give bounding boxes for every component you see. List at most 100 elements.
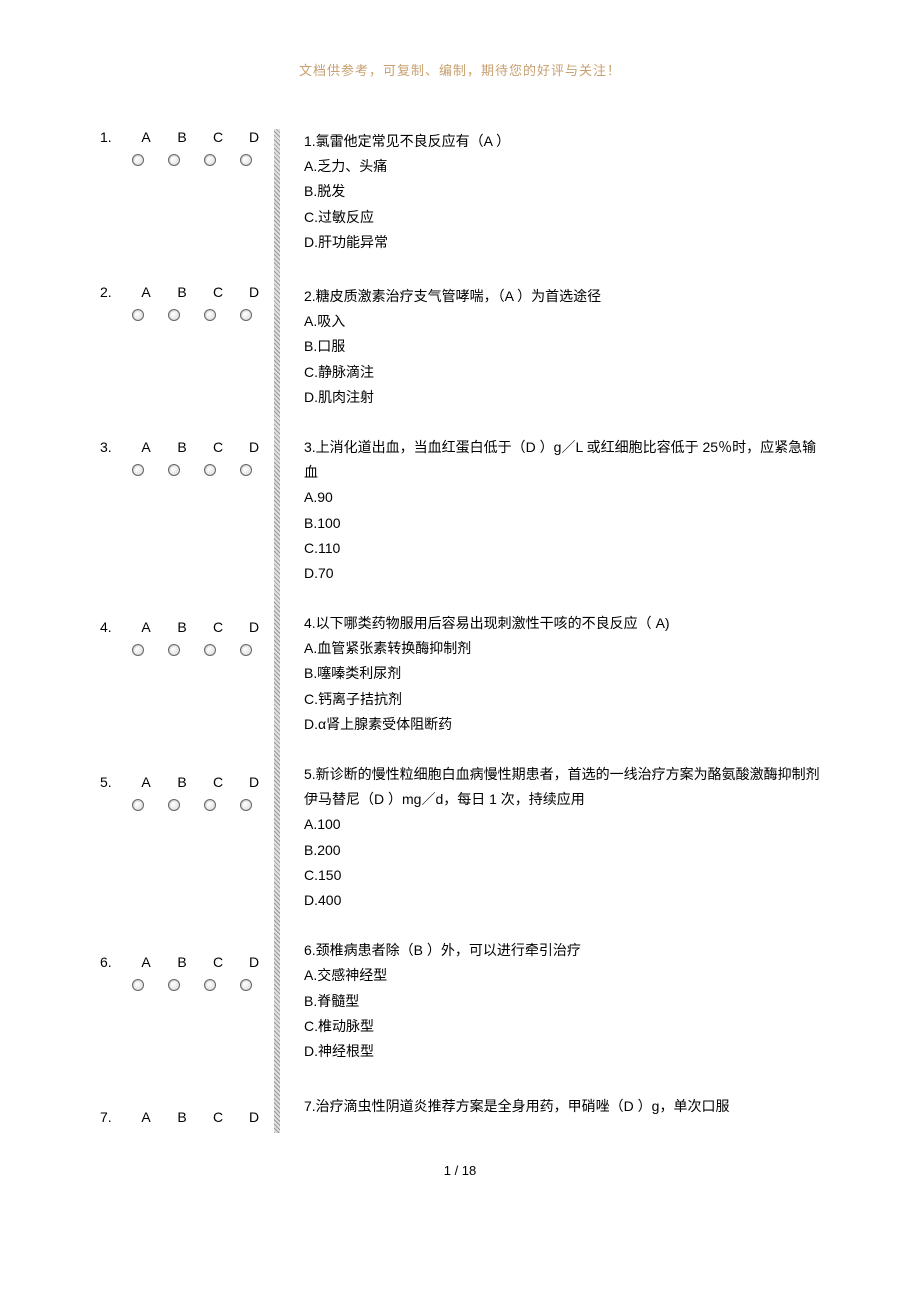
q1-radio-c[interactable] <box>204 154 216 166</box>
q5-opt-a: A.100 <box>304 812 820 837</box>
q4-radio-b[interactable] <box>168 644 180 656</box>
q3-letters: 3. A B C D <box>100 439 274 455</box>
option-letter-c: C <box>200 954 236 970</box>
q3-radio-b[interactable] <box>168 464 180 476</box>
option-letter-b: B <box>164 774 200 790</box>
option-letter-d: D <box>236 439 272 455</box>
q3-number: 3. <box>100 439 128 455</box>
page-footer: 1 / 18 <box>100 1163 820 1178</box>
q2-radios <box>100 308 274 326</box>
option-letter-b: B <box>164 1109 200 1125</box>
q3-radio-a[interactable] <box>132 464 144 476</box>
q6-radio-c[interactable] <box>204 979 216 991</box>
option-letter-b: B <box>164 439 200 455</box>
q3-radio-d[interactable] <box>240 464 252 476</box>
q1-radios <box>100 153 274 171</box>
q1-number: 1. <box>100 129 128 145</box>
q6-opt-d: D.神经根型 <box>304 1039 820 1064</box>
q4-opt-a: A.血管紧张素转换酶抑制剂 <box>304 636 820 661</box>
q6-radio-a[interactable] <box>132 979 144 991</box>
option-letter-b: B <box>164 129 200 145</box>
option-letter-a: A <box>128 1109 164 1125</box>
q3-text: 3.上消化道出血，当血红蛋白低于（D ）g／L 或红细胞比容低于 25％时，应紧… <box>304 435 820 485</box>
q1-radio-d[interactable] <box>240 154 252 166</box>
q4-radio-d[interactable] <box>240 644 252 656</box>
q5-radio-c[interactable] <box>204 799 216 811</box>
header-note: 文档供参考，可复制、编制，期待您的好评与关注！ <box>100 60 820 79</box>
option-letter-c: C <box>200 774 236 790</box>
q1-radio-a[interactable] <box>132 154 144 166</box>
q3-opt-a: A.90 <box>304 485 820 510</box>
q1-letters: 1. A B C D <box>100 129 274 145</box>
q5-radio-a[interactable] <box>132 799 144 811</box>
q2-text: 2.糖皮质激素治疗支气管哮喘，（A ）为首选途径 <box>304 284 820 309</box>
q4-opt-c: C.钙离子拮抗剂 <box>304 687 820 712</box>
option-letter-b: B <box>164 619 200 635</box>
q2-letters: 2. A B C D <box>100 284 274 300</box>
option-letter-c: C <box>200 129 236 145</box>
option-letter-a: A <box>128 129 164 145</box>
option-letter-c: C <box>200 439 236 455</box>
q7-text: 7.治疗滴虫性阴道炎推荐方案是全身用药，甲硝唑（D ）g，单次口服 <box>304 1094 820 1119</box>
q3-radios <box>100 463 274 481</box>
q2-radio-d[interactable] <box>240 309 252 321</box>
q3-radio-c[interactable] <box>204 464 216 476</box>
q1-radio-b[interactable] <box>168 154 180 166</box>
option-letter-d: D <box>236 129 272 145</box>
q6-number: 6. <box>100 954 128 970</box>
q5-radio-d[interactable] <box>240 799 252 811</box>
q4-radios <box>100 643 274 661</box>
option-letter-c: C <box>200 1109 236 1125</box>
q2-number: 2. <box>100 284 128 300</box>
q1-opt-b: B.脱发 <box>304 179 820 204</box>
q4-letters: 4. A B C D <box>100 619 274 635</box>
option-letter-a: A <box>128 954 164 970</box>
q1-opt-a: A.乏力、头痛 <box>304 154 820 179</box>
q2-radio-c[interactable] <box>204 309 216 321</box>
option-letter-d: D <box>236 284 272 300</box>
q3-opt-c: C.110 <box>304 536 820 561</box>
q3-opt-d: D.70 <box>304 561 820 586</box>
vertical-divider <box>274 129 280 1133</box>
q6-radio-d[interactable] <box>240 979 252 991</box>
question-column: 1.氯雷他定常见不良反应有（A ） A.乏力、头痛 B.脱发 C.过敏反应 D.… <box>304 129 820 1133</box>
q7-number: 7. <box>100 1109 128 1125</box>
q5-radio-b[interactable] <box>168 799 180 811</box>
option-letter-c: C <box>200 619 236 635</box>
q4-number: 4. <box>100 619 128 635</box>
option-letter-a: A <box>128 439 164 455</box>
q1-text: 1.氯雷他定常见不良反应有（A ） <box>304 129 820 154</box>
q6-opt-a: A.交感神经型 <box>304 963 820 988</box>
q1-opt-c: C.过敏反应 <box>304 205 820 230</box>
q5-opt-b: B.200 <box>304 838 820 863</box>
option-letter-b: B <box>164 954 200 970</box>
q4-opt-d: D.α肾上腺素受体阻断药 <box>304 712 820 737</box>
q2-opt-a: A.吸入 <box>304 309 820 334</box>
option-letter-c: C <box>200 284 236 300</box>
option-letter-a: A <box>128 619 164 635</box>
q5-number: 5. <box>100 774 128 790</box>
q2-opt-d: D.肌肉注射 <box>304 385 820 410</box>
q4-radio-a[interactable] <box>132 644 144 656</box>
q2-opt-c: C.静脉滴注 <box>304 360 820 385</box>
q6-radios <box>100 978 274 996</box>
option-letter-d: D <box>236 774 272 790</box>
q4-opt-b: B.噻嗪类利尿剂 <box>304 661 820 686</box>
q5-letters: 5. A B C D <box>100 774 274 790</box>
q2-opt-b: B.口服 <box>304 334 820 359</box>
q6-letters: 6. A B C D <box>100 954 274 970</box>
q6-opt-b: B.脊髓型 <box>304 989 820 1014</box>
q2-radio-a[interactable] <box>132 309 144 321</box>
q6-text: 6.颈椎病患者除（B ）外，可以进行牵引治疗 <box>304 938 820 963</box>
q5-text: 5.新诊断的慢性粒细胞白血病慢性期患者，首选的一线治疗方案为酪氨酸激酶抑制剂伊马… <box>304 762 820 812</box>
q5-opt-d: D.400 <box>304 888 820 913</box>
q6-opt-c: C.椎动脉型 <box>304 1014 820 1039</box>
answer-column: 1. A B C D 2. A B C <box>100 129 274 1133</box>
option-letter-d: D <box>236 1109 272 1125</box>
option-letter-d: D <box>236 619 272 635</box>
q2-radio-b[interactable] <box>168 309 180 321</box>
q6-radio-b[interactable] <box>168 979 180 991</box>
main-content: 1. A B C D 2. A B C <box>100 129 820 1133</box>
option-letter-d: D <box>236 954 272 970</box>
q4-radio-c[interactable] <box>204 644 216 656</box>
